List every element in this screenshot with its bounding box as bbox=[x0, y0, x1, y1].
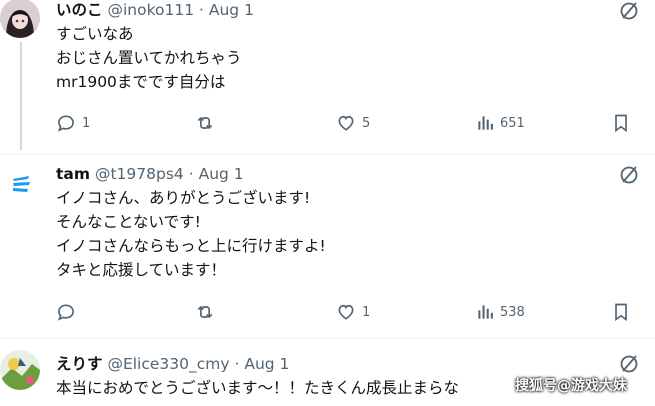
post-text: イノコさん、ありがとうございます! そんなことないです! イノコさんならもっと上… bbox=[56, 186, 326, 282]
bookmark-button[interactable] bbox=[612, 111, 630, 135]
post-text-line: おじさん置いてかれちゃう bbox=[56, 49, 242, 67]
repost-icon bbox=[197, 306, 213, 318]
reply-button[interactable]: 1 bbox=[56, 111, 90, 135]
not-interested-button[interactable] bbox=[617, 163, 641, 187]
bookmark-button[interactable] bbox=[612, 300, 630, 324]
views-icon bbox=[478, 116, 493, 130]
post-date[interactable]: Aug 1 bbox=[209, 1, 254, 19]
not-interested-button[interactable] bbox=[617, 0, 641, 23]
like-button[interactable]: 5 bbox=[336, 111, 370, 135]
reply-count: 1 bbox=[82, 115, 91, 131]
heart-icon bbox=[338, 304, 354, 320]
repost-icon bbox=[197, 117, 213, 129]
post-actions: 1 5 651 bbox=[52, 111, 652, 135]
like-button[interactable]: 1 bbox=[336, 300, 370, 324]
user-handle[interactable]: @t1978ps4 bbox=[95, 165, 184, 183]
display-name[interactable]: いのこ bbox=[56, 1, 103, 19]
avatar[interactable] bbox=[0, 350, 40, 390]
thread-line bbox=[20, 42, 22, 150]
post-text-line: mr1900までです自分は bbox=[56, 73, 226, 91]
not-interested-icon bbox=[620, 2, 638, 20]
date-separator: · bbox=[199, 1, 204, 19]
not-interested-button[interactable] bbox=[617, 352, 641, 376]
user-handle[interactable]: @Elice330_cmy bbox=[107, 355, 229, 373]
post-date[interactable]: Aug 1 bbox=[199, 165, 244, 183]
post-actions: 1 538 bbox=[52, 300, 652, 324]
not-interested-icon bbox=[620, 355, 638, 373]
post-date[interactable]: Aug 1 bbox=[244, 355, 289, 373]
post-header: tam @t1978ps4 · Aug 1 bbox=[56, 164, 244, 184]
user-handle[interactable]: @inoko111 bbox=[107, 1, 194, 19]
post-inoko[interactable]: いのこ @inoko111 · Aug 1 すごいなあ おじさん置いてかれちゃう… bbox=[0, 0, 655, 150]
avatar[interactable] bbox=[0, 0, 40, 38]
reply-icon bbox=[57, 304, 74, 321]
like-count: 1 bbox=[362, 304, 371, 320]
post-text-line: 本当におめでとうございます〜！！たきくん成長止まらな bbox=[56, 379, 460, 397]
display-name[interactable]: えりす bbox=[56, 355, 103, 373]
post-text-line: すごいなあ bbox=[56, 25, 134, 43]
bookmark-icon bbox=[615, 303, 627, 322]
post-tam[interactable]: tam @t1978ps4 · Aug 1 イノコさん、ありがとうございます! … bbox=[0, 160, 655, 340]
date-separator: · bbox=[188, 165, 194, 183]
reply-icon bbox=[57, 115, 74, 132]
reply-button[interactable] bbox=[56, 300, 82, 324]
post-text-line: イノコさん、ありがとうございます! bbox=[56, 189, 311, 207]
repost-button[interactable] bbox=[194, 111, 222, 135]
date-separator: · bbox=[234, 355, 240, 373]
views-icon bbox=[478, 305, 493, 319]
post-header: いのこ @inoko111 · Aug 1 bbox=[56, 0, 254, 20]
views-button[interactable]: 538 bbox=[476, 300, 525, 324]
heart-icon bbox=[338, 115, 354, 131]
post-text-line: イノコさんならもっと上に行けますよ! bbox=[56, 237, 326, 255]
views-button[interactable]: 651 bbox=[476, 111, 525, 135]
display-name[interactable]: tam bbox=[56, 165, 90, 183]
post-text: 本当におめでとうございます〜！！たきくん成長止まらな bbox=[56, 376, 459, 400]
view-count: 538 bbox=[500, 304, 525, 320]
view-count: 651 bbox=[500, 115, 525, 131]
post-header: えりす @Elice330_cmy · Aug 1 bbox=[56, 354, 289, 374]
post-text-line: そんなことないです! bbox=[56, 213, 201, 231]
watermark: 搜狐号@游戏大妹 bbox=[515, 378, 627, 394]
post-divider bbox=[0, 338, 655, 339]
post-text-line: タキと応援しています！ bbox=[56, 261, 227, 279]
avatar[interactable] bbox=[0, 162, 40, 202]
post-text: すごいなあ おじさん置いてかれちゃう mr1900までです自分は bbox=[56, 22, 242, 94]
like-count: 5 bbox=[362, 115, 371, 131]
post-divider bbox=[0, 154, 655, 155]
repost-button[interactable] bbox=[194, 300, 222, 324]
bookmark-icon bbox=[615, 114, 627, 133]
not-interested-icon bbox=[620, 166, 638, 184]
